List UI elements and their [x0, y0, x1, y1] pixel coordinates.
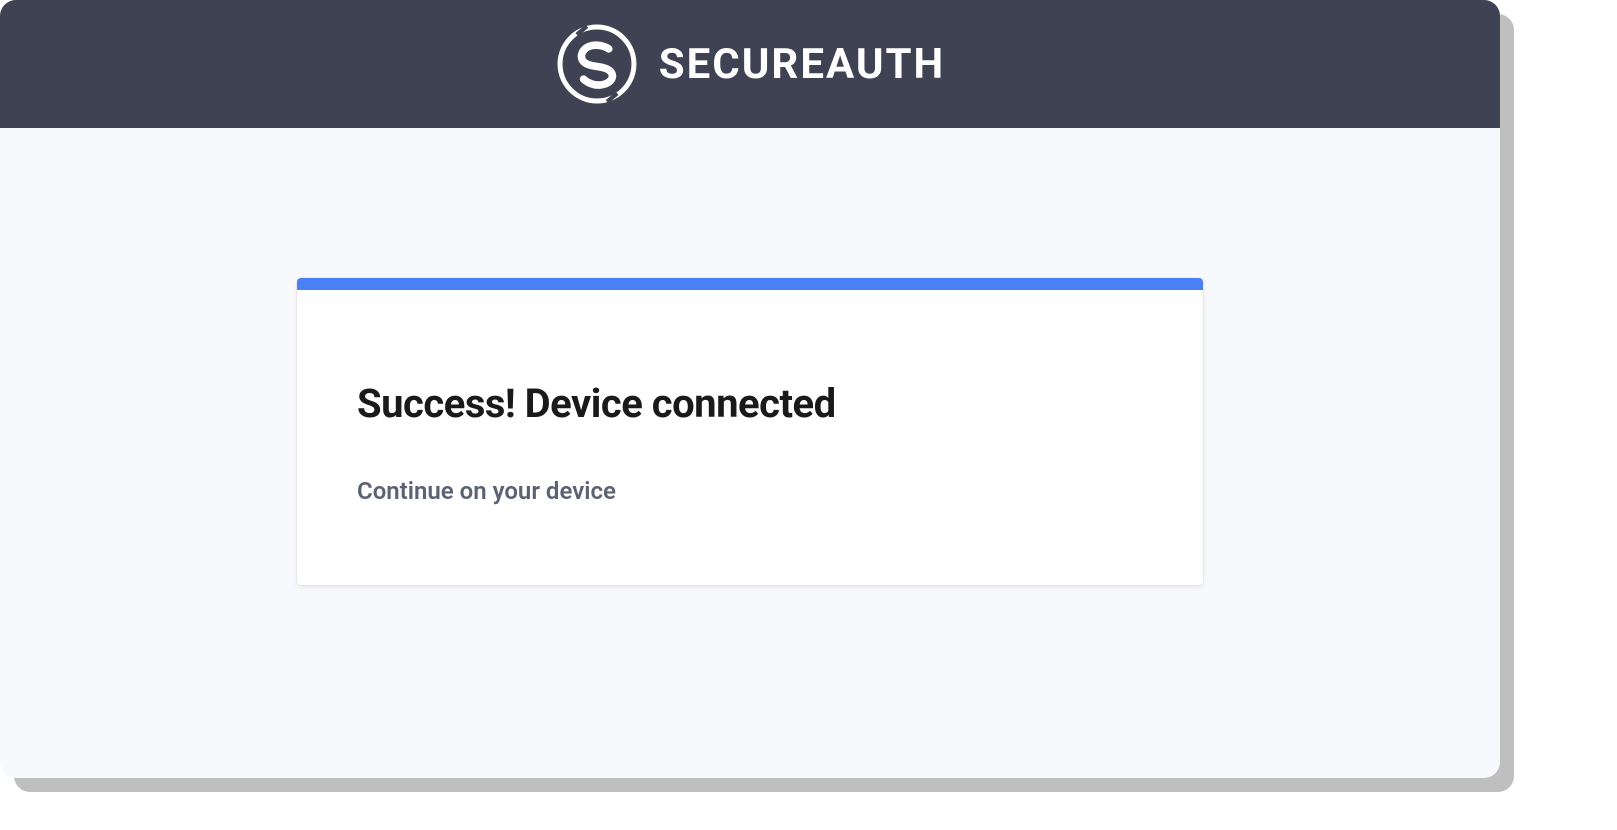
status-subtitle: Continue on your device — [357, 477, 1143, 505]
secureauth-logo-icon — [555, 22, 639, 106]
card-body: Success! Device connected Continue on yo… — [297, 290, 1203, 585]
brand-name: SECUREAUTH — [659, 40, 945, 89]
content-area: Success! Device connected Continue on yo… — [0, 128, 1500, 778]
app-window: SECUREAUTH Success! Device connected Con… — [0, 0, 1500, 778]
status-card: Success! Device connected Continue on yo… — [297, 278, 1203, 585]
header-bar: SECUREAUTH — [0, 0, 1500, 128]
status-title: Success! Device connected — [357, 380, 1143, 427]
card-accent-bar — [297, 278, 1203, 290]
